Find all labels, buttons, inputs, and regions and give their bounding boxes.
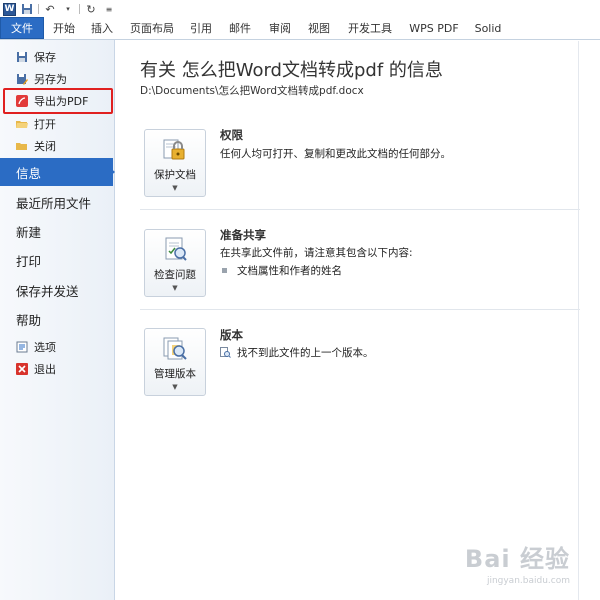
nav-item-save-as[interactable]: 另存为 — [0, 68, 113, 90]
bullet-icon — [222, 268, 227, 273]
document-search-icon — [220, 347, 231, 358]
nav-item-info[interactable]: 信息 — [0, 158, 115, 186]
versions-desc-row: 找不到此文件的上一个版本。 — [220, 345, 374, 360]
baidu-watermark: Bai 经验 jingyan.baidu.com — [465, 539, 570, 586]
page-title: 有关 怎么把Word文档转成pdf 的信息 — [140, 60, 443, 81]
prepare-sharing-desc: 在共享此文件前，请注意其包含以下内容: — [220, 247, 413, 259]
chevron-down-icon: ▼ — [172, 184, 178, 192]
check-for-issues-button[interactable]: 检查问题 ▼ — [144, 229, 206, 297]
permissions-desc: 任何人均可打开、复制和更改此文档的任何部分。 — [220, 148, 451, 160]
versions-title: 版本 — [220, 328, 243, 342]
pdf-icon — [16, 95, 28, 107]
save-icon[interactable] — [20, 2, 34, 16]
dropdown-icon[interactable]: ▾ — [61, 2, 75, 16]
tab-home[interactable]: 开始 — [44, 17, 84, 39]
tab-developer[interactable]: 开发工具 — [340, 17, 400, 39]
prepare-sharing-title: 准备共享 — [220, 228, 266, 242]
nav-label: 退出 — [34, 363, 56, 376]
customize-toolbar-icon[interactable]: ≡ — [102, 2, 116, 16]
nav-label: 导出为PDF — [34, 95, 89, 108]
info-panel: 有关 怎么把Word文档转成pdf 的信息 D:\Documents\怎么把Wo… — [116, 41, 600, 600]
manage-versions-icon — [163, 337, 187, 360]
nav-item-save[interactable]: 保存 — [0, 46, 113, 68]
inspect-document-icon — [165, 237, 187, 261]
watermark-logo: Bai 经验 — [464, 545, 570, 573]
tab-insert[interactable]: 插入 — [84, 17, 120, 39]
nav-item-recent[interactable]: 最近所用文件 — [0, 188, 113, 216]
nav-label: 信息 — [16, 165, 42, 181]
nav-item-new[interactable]: 新建 — [0, 217, 113, 245]
backstage-nav: 保存 另存为 导出为PDF 打开 关闭 信息 最近所用文件 新建 打印 保存并发… — [0, 40, 115, 600]
file-path: D:\Documents\怎么把Word文档转成pdf.docx — [140, 85, 364, 97]
tab-page-layout[interactable]: 页面布局 — [120, 17, 184, 39]
button-label: 管理版本 — [154, 368, 196, 380]
chevron-down-icon: ▼ — [172, 383, 178, 391]
quick-access-toolbar: W ↶ ▾ ↻ ≡ — [0, 0, 600, 18]
lock-key-icon — [163, 139, 185, 160]
tab-view[interactable]: 视图 — [298, 17, 340, 39]
tab-file[interactable]: 文件 — [0, 17, 44, 39]
nav-item-options[interactable]: 选项 — [0, 336, 113, 358]
manage-versions-button[interactable]: 管理版本 ▼ — [144, 328, 206, 396]
tab-wps-pdf[interactable]: WPS PDF — [400, 17, 468, 39]
nav-item-exit[interactable]: 退出 — [0, 358, 113, 380]
nav-label: 打开 — [34, 118, 56, 131]
nav-item-help[interactable]: 帮助 — [0, 305, 113, 333]
bullet-text: 文档属性和作者的姓名 — [237, 265, 342, 277]
button-label: 检查问题 — [154, 269, 196, 281]
redo-icon[interactable]: ↻ — [84, 2, 98, 16]
versions-desc: 找不到此文件的上一个版本。 — [237, 347, 374, 359]
list-item: 文档属性和作者的姓名 — [222, 263, 342, 278]
active-arrow — [107, 165, 115, 179]
watermark-url: jingyan.baidu.com — [486, 576, 570, 586]
tab-solid[interactable]: Solid — [468, 17, 508, 39]
folder-close-icon — [16, 140, 28, 152]
chevron-down-icon: ▼ — [172, 284, 178, 292]
nav-label: 保存 — [34, 51, 56, 64]
save-icon — [16, 51, 28, 63]
nav-item-print[interactable]: 打印 — [0, 246, 113, 274]
toolbar-separator — [38, 4, 39, 14]
nav-item-export-pdf[interactable]: 导出为PDF — [0, 90, 113, 112]
ribbon-tabs: 文件 开始 插入 页面布局 引用 邮件 审阅 视图 开发工具 WPS PDF S… — [0, 17, 600, 40]
nav-item-save-send[interactable]: 保存并发送 — [0, 276, 113, 304]
tab-review[interactable]: 审阅 — [262, 17, 298, 39]
section-divider — [140, 209, 580, 210]
word-logo-icon[interactable]: W — [3, 2, 16, 16]
toolbar-separator — [79, 4, 80, 14]
tab-references[interactable]: 引用 — [184, 17, 218, 39]
button-label: 保护文档 — [154, 169, 196, 181]
folder-open-icon — [16, 118, 28, 130]
protect-document-button[interactable]: 保护文档 ▼ — [144, 129, 206, 197]
options-icon — [16, 341, 28, 353]
nav-label: 选项 — [34, 341, 56, 354]
permissions-title: 权限 — [220, 128, 243, 142]
undo-icon[interactable]: ↶ — [43, 2, 57, 16]
section-divider — [140, 309, 580, 310]
tab-mailings[interactable]: 邮件 — [218, 17, 262, 39]
panel-divider — [578, 41, 579, 600]
nav-label: 另存为 — [34, 73, 67, 86]
nav-item-close[interactable]: 关闭 — [0, 135, 113, 157]
save-as-icon — [16, 73, 28, 85]
nav-label: 关闭 — [34, 140, 56, 153]
exit-icon — [16, 363, 28, 375]
nav-item-open[interactable]: 打开 — [0, 113, 113, 135]
